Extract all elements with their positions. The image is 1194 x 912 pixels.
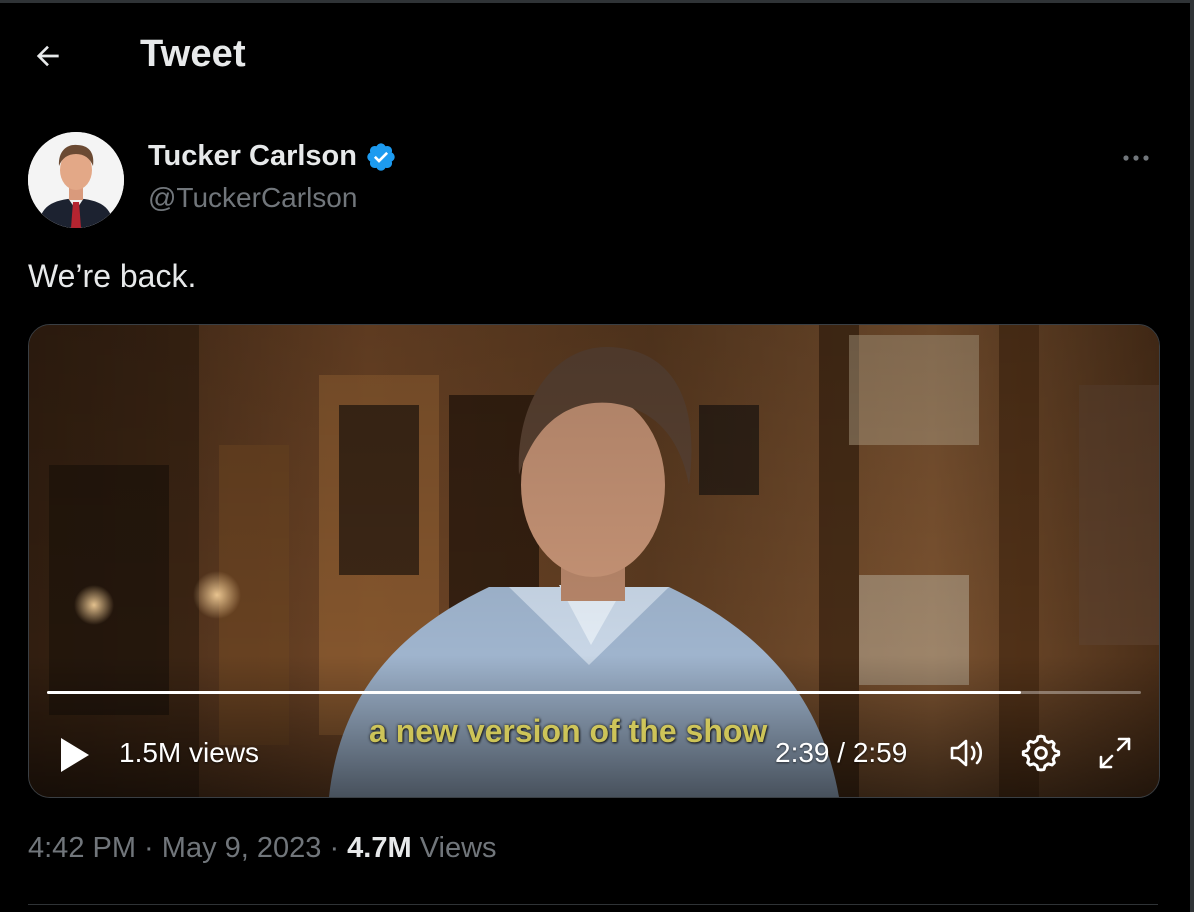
tweet-date[interactable]: May 9, 2023 — [162, 832, 322, 864]
divider — [28, 904, 1158, 905]
tweet-time[interactable]: 4:42 PM — [28, 832, 136, 864]
handle[interactable]: @TuckerCarlson — [148, 182, 357, 214]
gear-icon — [1021, 734, 1061, 772]
tweet-text: We’re back. — [28, 258, 197, 294]
settings-button[interactable] — [1019, 731, 1063, 775]
views-count: 4.7M — [347, 832, 412, 864]
views-word: Views — [411, 832, 497, 864]
meta-separator: · — [321, 832, 348, 864]
meta-separator: · — [136, 832, 162, 864]
page-header: Tweet — [0, 0, 1190, 110]
video-subtitle: a new version of the show — [369, 713, 768, 749]
tweet-author: Tucker Carlson @TuckerCarlson — [28, 132, 1168, 232]
volume-button[interactable] — [945, 731, 989, 775]
video-time: 2:39 / 2:59 — [775, 737, 908, 768]
back-button[interactable] — [24, 32, 72, 80]
expand-icon — [1099, 737, 1131, 769]
video-progress-fill — [47, 691, 1021, 694]
fullscreen-button[interactable] — [1093, 731, 1137, 775]
video-progress-bar[interactable] — [47, 691, 1141, 694]
video-player[interactable]: a new version of the show 1.5M views 2:3… — [28, 324, 1160, 798]
display-name[interactable]: Tucker Carlson — [148, 140, 357, 173]
more-options-button[interactable] — [1114, 138, 1158, 178]
avatar[interactable] — [28, 132, 124, 228]
tweet-meta: 4:42 PM · May 9, 2023 · 4.7M Views — [28, 832, 497, 865]
play-icon — [61, 738, 89, 772]
play-button[interactable] — [55, 735, 95, 775]
window-border-right — [1190, 0, 1194, 912]
arrow-left-icon — [36, 45, 59, 67]
more-horizontal-icon — [1123, 155, 1149, 161]
page-title: Tweet — [140, 33, 246, 75]
verified-badge-icon — [367, 142, 395, 171]
speaker-icon — [950, 739, 983, 767]
video-views: 1.5M views — [119, 737, 260, 768]
name-row: Tucker Carlson — [148, 140, 397, 173]
